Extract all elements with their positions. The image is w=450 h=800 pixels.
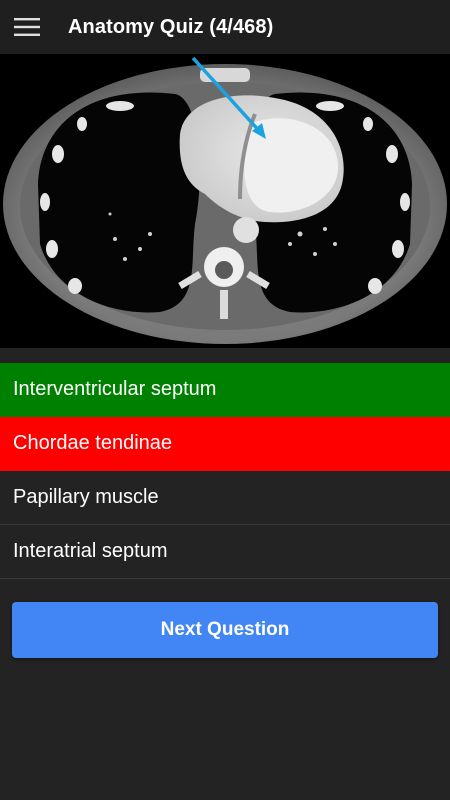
menu-button[interactable] [0, 0, 54, 54]
answer-option-interatrial-septum[interactable]: Interatrial septum [0, 525, 450, 579]
answer-option-papillary-muscle[interactable]: Papillary muscle [0, 471, 450, 525]
page-title: Anatomy Quiz (4/468) [68, 15, 274, 38]
next-question-button[interactable]: Next Question [12, 602, 438, 658]
ct-chest-axial-image [0, 54, 450, 348]
app-bar: Anatomy Quiz (4/468) [0, 0, 450, 54]
answer-list: Interventricular septum Chordae tendinae… [0, 363, 450, 579]
answer-option-interventricular-septum[interactable]: Interventricular septum [0, 363, 450, 417]
answer-option-chordae-tendinae[interactable]: Chordae tendinae [0, 417, 450, 471]
hamburger-menu-icon [14, 18, 40, 36]
ct-scan-image [0, 54, 450, 348]
